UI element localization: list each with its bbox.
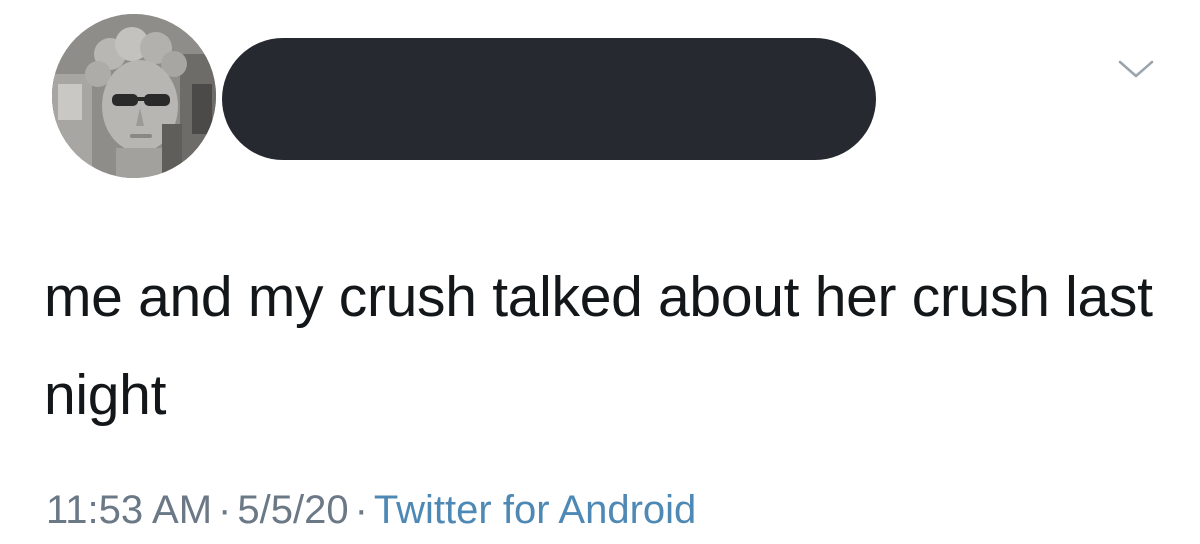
tweet-time[interactable]: 11:53 AM [46,488,212,532]
tweet-card: me and my crush talked about her crush l… [0,0,1200,544]
tweet-source-link[interactable]: Twitter for Android [374,488,696,532]
tweet-text: me and my crush talked about her crush l… [44,265,1153,427]
tweet-date[interactable]: 5/5/20 [237,488,348,532]
profile-avatar[interactable] [52,14,216,178]
tweet-metadata: 11:53 AM · 5/5/20 · Twitter for Android [46,482,696,538]
chevron-down-icon[interactable] [1116,56,1156,82]
separator-dot: · [354,488,368,532]
separator-dot: · [218,488,232,532]
statue-avatar-image [52,14,216,178]
display-name-redacted[interactable] [222,38,876,160]
